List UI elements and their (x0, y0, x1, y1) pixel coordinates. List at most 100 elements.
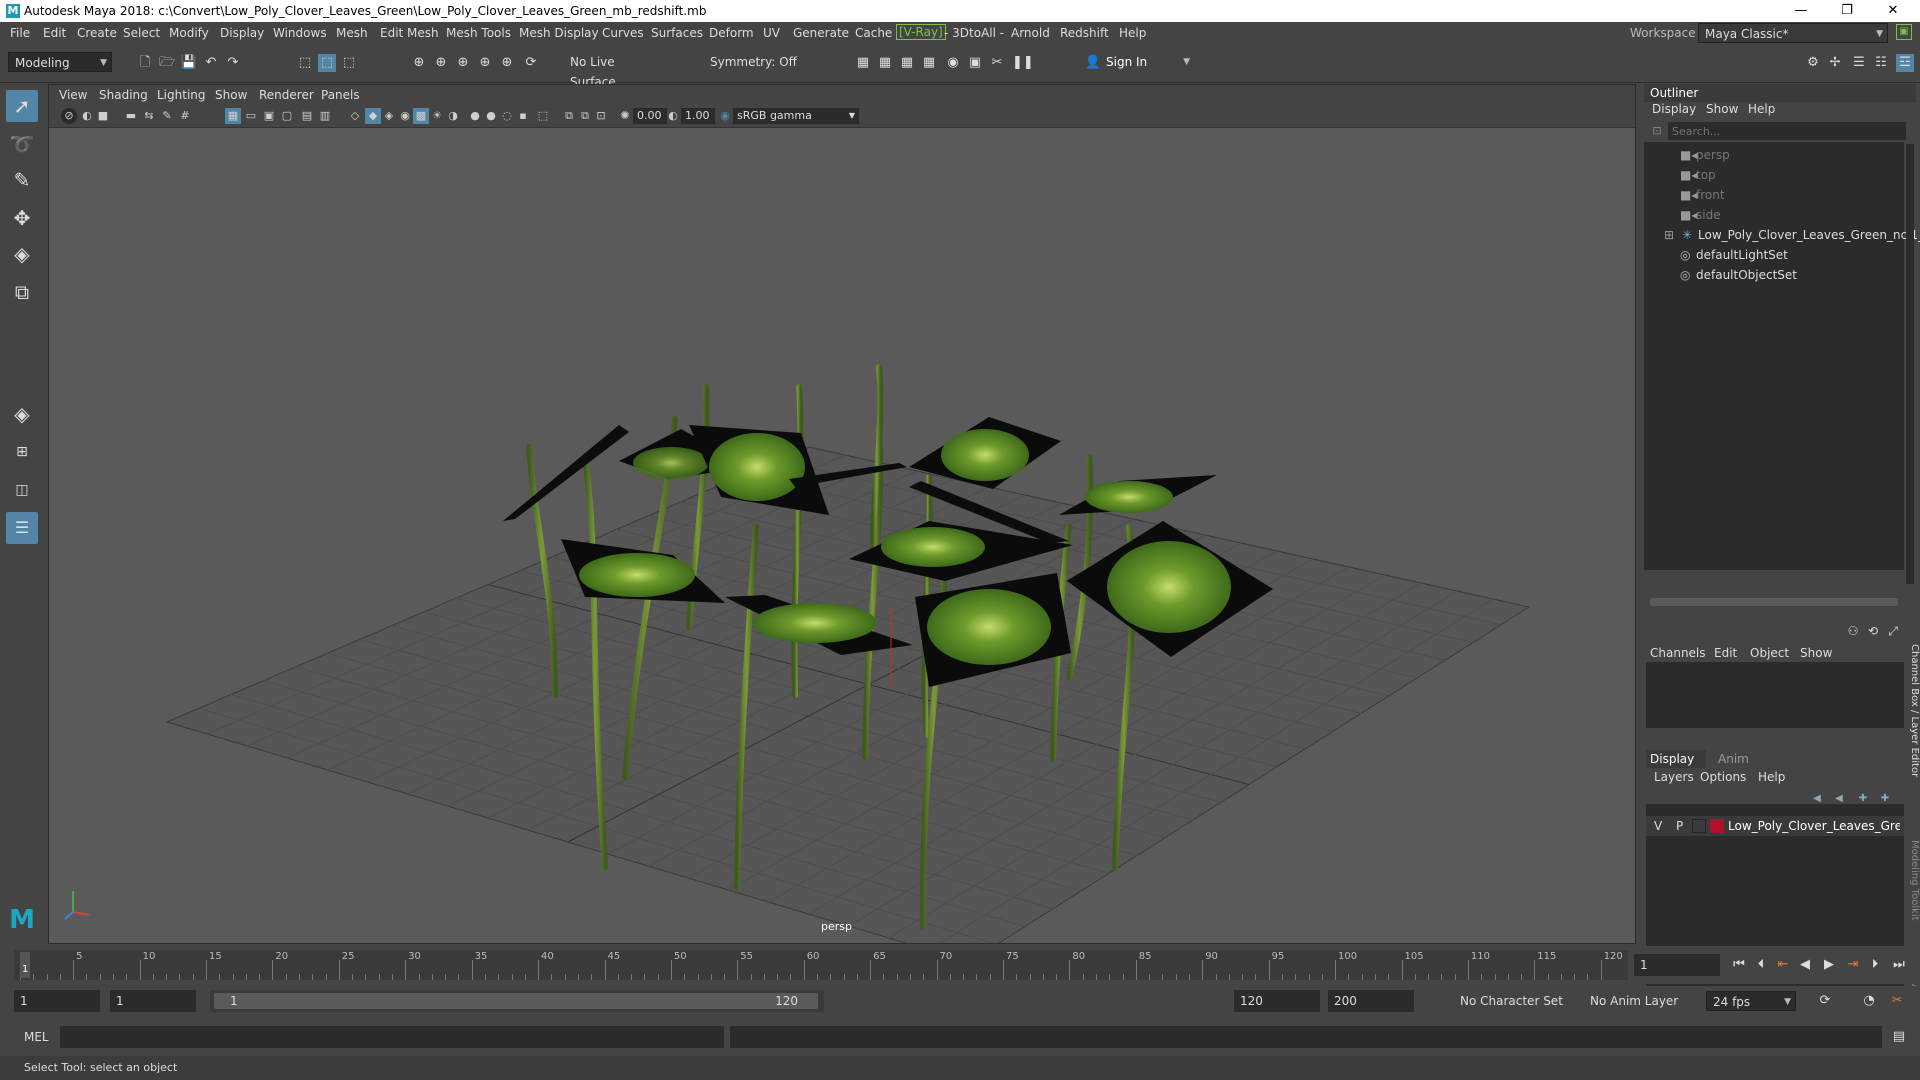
xray-icon[interactable]: ◉ (397, 108, 413, 124)
render-view-icon[interactable]: ▣ (966, 54, 984, 72)
snap-view-plane-icon[interactable]: ⊕ (498, 54, 516, 72)
gate-mask-icon[interactable]: ▤ (299, 108, 315, 124)
menu-select[interactable]: Select (123, 26, 160, 40)
outliner-item-front[interactable]: ■◂ front (1680, 188, 1725, 202)
anim-layer-dropdown[interactable]: No Anim Layer (1584, 991, 1686, 1011)
layer-name[interactable]: Low_Poly_Clover_Leaves_Green (1728, 819, 1900, 833)
resolution-gate-icon[interactable]: ▢ (279, 108, 295, 124)
hypershade-icon[interactable]: ◉ (944, 54, 962, 72)
channels-menu-edit[interactable]: Edit (1714, 646, 1737, 660)
viewport-menu-lighting[interactable]: Lighting (157, 88, 206, 102)
loop-icon[interactable]: ⟳ (1816, 992, 1834, 1010)
timeline-track[interactable]: 5 10 15 20 25 30 35 40 45 50 55 60 65 70 75 80 85 90 95 100… (14, 950, 1628, 980)
range-handle[interactable]: 1 120 (214, 993, 818, 1009)
outliner-horizontal-scrollbar[interactable] (1650, 598, 1898, 606)
auto-key-icon[interactable]: ◔ (1860, 992, 1878, 1010)
gamma-field[interactable]: 1.00 (681, 108, 715, 124)
ipr-render-icon[interactable]: ▦ (898, 54, 916, 72)
viewport-menu-renderer[interactable]: Renderer (259, 88, 314, 102)
xray-joints-icon[interactable]: ⧉ (561, 108, 577, 124)
filter-icon[interactable]: ⊡ (1648, 122, 1666, 140)
outliner-layout-icon[interactable]: ☰ (6, 512, 38, 544)
2d-pan-zoom-icon[interactable]: ⇆ (141, 108, 157, 124)
close-button[interactable]: ✕ (1870, 0, 1916, 22)
viewport-menu-shading[interactable]: Shading (99, 88, 148, 102)
outliner-menu-help[interactable]: Help (1748, 102, 1775, 116)
make-live-icon[interactable]: ⟳ (522, 54, 540, 72)
select-tool-icon[interactable]: ➚ (6, 90, 38, 122)
step-back-key-icon[interactable]: ⏴ (1752, 956, 1770, 974)
channel-box-toggle-icon[interactable]: ⚇ (1844, 622, 1862, 640)
step-forward-key-icon[interactable]: ⏵ (1866, 956, 1884, 974)
viewport-menu-show[interactable]: Show (215, 88, 247, 102)
outliner-item-default-light-set[interactable]: ◎ defaultLightSet (1680, 248, 1788, 262)
two-view-layout-icon[interactable]: ◫ (6, 474, 38, 506)
scale-tool-icon[interactable]: ⧉ (6, 276, 38, 308)
camera-attributes-icon[interactable]: ◐ (79, 108, 95, 124)
sign-in-dropdown[interactable]: Sign In ▼ (1100, 52, 1194, 72)
layer-type-toggle[interactable] (1692, 819, 1706, 833)
menu-arnold[interactable]: Arnold (1011, 26, 1050, 40)
film-gate-icon[interactable]: ▣ (261, 108, 277, 124)
tab-anim[interactable]: Anim (1718, 752, 1749, 766)
time-slider[interactable]: 5 10 15 20 25 30 35 40 45 50 55 60 65 70 75 80 85 90 95 100… (0, 946, 1920, 984)
image-plane-icon[interactable]: ▬ (123, 108, 139, 124)
channel-settings-icon[interactable]: ⤢ (1884, 622, 1902, 640)
bookmark-icon[interactable]: ■ (95, 108, 111, 124)
camera-select-icon[interactable]: ⊘ (61, 108, 77, 124)
isolate-select-icon[interactable]: ⬚ (535, 108, 551, 124)
use-all-lights-icon[interactable]: ☀ (429, 108, 445, 124)
minimize-button[interactable]: — (1778, 0, 1824, 22)
outliner-item-persp[interactable]: ■◂ persp (1680, 148, 1730, 162)
backface-icon[interactable]: ⊡ (593, 108, 609, 124)
anti-aliasing-icon[interactable]: ◌ (499, 108, 515, 124)
render-sequence-icon[interactable]: ▦ (876, 54, 894, 72)
wireframe-icon[interactable]: ▦ (225, 108, 241, 124)
live-surface-field[interactable]: No Live Surface (564, 52, 664, 89)
step-forward-frame-icon[interactable]: ⇥ (1844, 956, 1862, 974)
rotate-tool-icon[interactable]: ◈ (6, 238, 38, 270)
channels-menu-show[interactable]: Show (1800, 646, 1832, 660)
script-editor-icon[interactable]: ▤ (1890, 1028, 1908, 1046)
save-scene-icon[interactable]: 💾 (180, 54, 198, 72)
outliner-item-clover-group[interactable]: ⊞ ✳ Low_Poly_Clover_Leaves_Green_ncl1_1 (1664, 228, 1920, 242)
snap-projected-icon[interactable]: ⊕ (476, 54, 494, 72)
menu-vray[interactable]: [V-Ray] (896, 24, 946, 40)
snap-grid-icon[interactable]: ⊕ (410, 54, 428, 72)
snap-point-icon[interactable]: ⊕ (454, 54, 472, 72)
menu-deform[interactable]: Deform (709, 26, 754, 40)
channels-menu-object[interactable]: Object (1750, 646, 1789, 660)
fps-dropdown[interactable]: 24 fps ▼ (1706, 991, 1796, 1011)
playback-start-field[interactable]: 1 (110, 990, 196, 1012)
paint-select-icon[interactable]: ✎ (6, 164, 38, 196)
ambient-occlusion-icon[interactable]: ● (467, 108, 483, 124)
menu-uv[interactable]: UV (763, 26, 780, 40)
viewport-panel[interactable]: View Shading Lighting Show Renderer Pane… (48, 84, 1636, 944)
menu-redshift[interactable]: Redshift (1060, 26, 1109, 40)
new-scene-icon[interactable]: 🗋 (136, 54, 154, 72)
outliner-menu-show[interactable]: Show (1706, 102, 1738, 116)
outliner-vertical-scrollbar[interactable] (1906, 144, 1914, 584)
scene-canvas[interactable] (49, 127, 1635, 943)
motion-blur-icon[interactable]: ● (483, 108, 499, 124)
undo-icon[interactable]: ↶ (202, 54, 220, 72)
lock-icon[interactable]: ▣ (1896, 24, 1912, 40)
exposure-field[interactable]: 0.00 (633, 108, 667, 124)
character-set-dropdown[interactable]: No Character Set (1438, 991, 1584, 1011)
range-bar[interactable]: 1 120 (210, 990, 824, 1012)
gamma-icon[interactable]: ◐ (665, 108, 681, 124)
render-settings-icon[interactable]: ▦ (920, 54, 938, 72)
xray-active-icon[interactable]: ⧉ (577, 108, 593, 124)
textured-icon[interactable]: ▩ (413, 108, 429, 124)
current-frame-field[interactable]: 1 (1634, 954, 1720, 976)
grease-pencil-icon[interactable]: ✎ (159, 108, 175, 124)
current-frame-marker[interactable]: 1 (20, 952, 30, 978)
layers-menu-options[interactable]: Options (1700, 770, 1746, 784)
layers-menu-help[interactable]: Help (1758, 770, 1785, 784)
menu-file[interactable]: File (10, 26, 30, 40)
grid-toggle-icon[interactable]: # (177, 108, 193, 124)
menu-generate[interactable]: Generate (793, 26, 849, 40)
lasso-tool-icon[interactable]: ➰ (6, 128, 38, 160)
smooth-shade-icon[interactable]: ▭ (243, 108, 259, 124)
color-space-dropdown[interactable]: sRGB gamma ▼ (733, 108, 859, 124)
